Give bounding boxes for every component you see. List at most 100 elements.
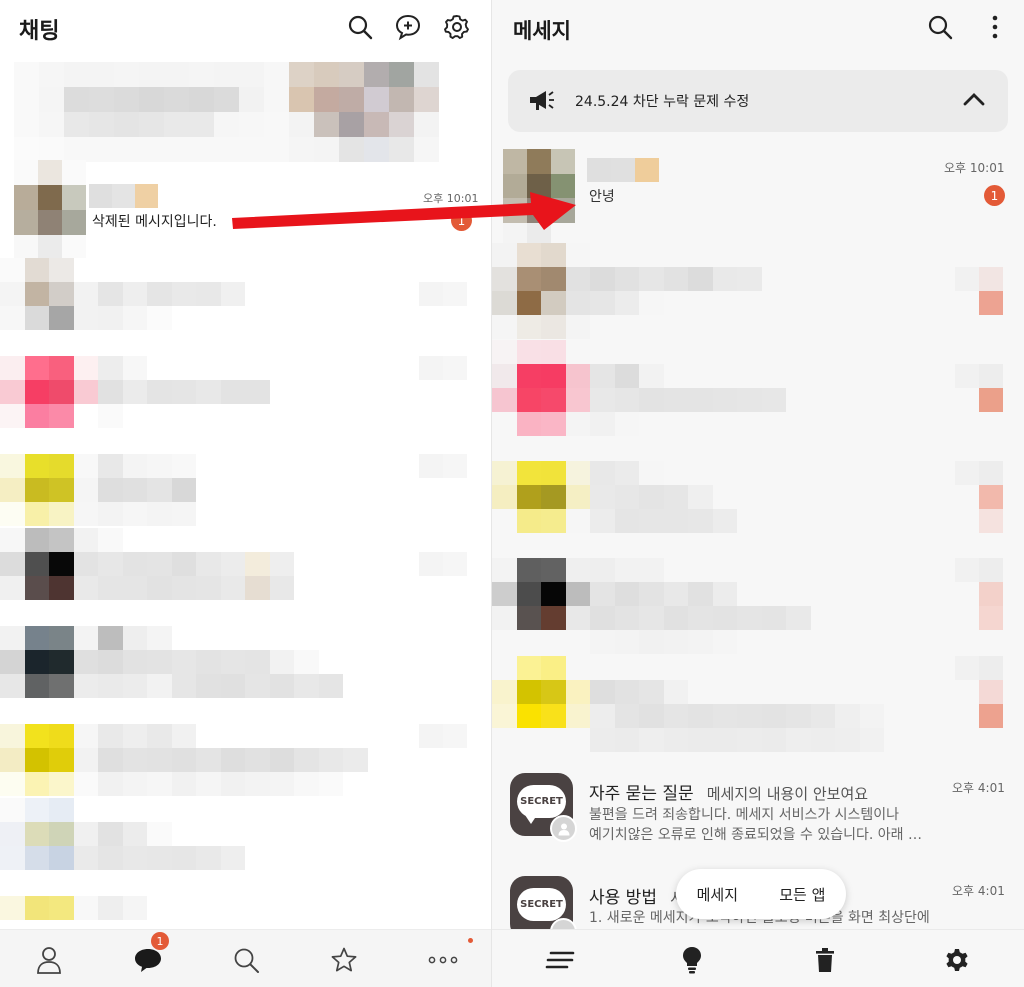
blurred-name [587,158,659,182]
faq-subtitle: 메세지의 내용이 안보여요 [706,785,869,803]
blurred-content [492,243,762,339]
friends-icon [37,947,61,974]
message-list-screen: 메세지 24.5.24 차단 누락 문제 수정 안녕 오후 10:01 1 SE… [492,0,1024,987]
timestamp: 오후 4:01 [952,781,1005,795]
blurred-time-badge [955,558,1003,630]
faq-title: 사용 방법 [589,888,657,908]
blurred-name [89,184,158,208]
list-item[interactable] [0,356,491,430]
new-chat-icon[interactable] [392,11,424,43]
message-preview: 안녕 [589,189,615,205]
message-preview: 삭제된 메시지입니다. [92,214,217,230]
unread-badge: 1 [451,210,472,231]
secret-label: SECRET [517,888,566,921]
search-icon[interactable] [344,11,376,43]
blurred-content [0,454,221,526]
tips-button[interactable] [672,940,712,980]
filter-toggle: 메세지 모든 앱 [676,869,846,919]
blurred-content [0,896,147,920]
favorites-tab[interactable] [324,940,364,980]
new-dot [468,938,473,943]
trash-icon [816,948,834,972]
faq-item[interactable]: SECRET 자주 묻는 질문 메세지의 내용이 안보여요 오후 4:01 불편… [492,770,1024,860]
blurred-content [0,626,343,698]
chevron-up-icon[interactable] [962,91,986,111]
search-icon[interactable] [924,11,956,43]
faq-body-line: 예기치않은 오류로 인해 종료되었을 수 있습니다. 아래 … [589,827,922,843]
blurred-time-badge [955,461,1003,533]
blurred-time [419,724,467,748]
notice-banner[interactable]: 24.5.24 차단 누락 문제 수정 [508,70,1008,132]
blurred-content [0,258,245,330]
list-icon [545,951,575,969]
blurred-time-badge [955,656,1003,728]
bottom-toolbar [492,929,1024,987]
list-item[interactable] [0,258,491,332]
blurred-content [492,437,737,533]
star-icon [331,947,357,972]
unread-badge: 1 [984,185,1005,206]
screenshot-composite: 채팅 삭제된 메시지입니다. 오후 10:01 1 1 메세지 24.5.24 … [0,0,1024,987]
chat-row-deleted-message[interactable]: 삭제된 메시지입니다. 오후 10:01 1 [0,160,491,260]
avatar-icon [550,815,577,842]
list-item[interactable] [492,340,1024,437]
overflow-menu-icon[interactable] [979,11,1011,43]
blurred-time-badge [955,364,1003,412]
list-item[interactable] [492,243,1024,340]
list-item[interactable] [0,626,491,700]
list-item[interactable] [492,656,1024,753]
filter-messages-button[interactable]: 메세지 [697,884,738,905]
blurred-content [492,558,811,654]
filter-all-apps-button[interactable]: 모든 앱 [779,884,825,905]
chat-tab[interactable]: 1 [128,932,169,980]
blurred-time [419,454,467,478]
list-item[interactable] [492,437,1024,534]
list-item[interactable] [492,558,1024,655]
list-button[interactable] [540,940,580,980]
timestamp: 오후 10:01 [944,161,1005,175]
search-tab[interactable] [226,940,266,980]
avatar [14,160,86,260]
megaphone-icon [528,89,556,117]
more-tab[interactable] [423,938,473,980]
faq-body-line: 불편을 드려 죄송합니다. 메세지 서비스가 시스템이나 [589,807,900,823]
more-icon [428,956,458,964]
timestamp: 오후 10:01 [423,192,479,205]
blurred-content [0,798,245,870]
bottom-tab-bar: 1 [0,929,491,987]
chat-icon [135,949,161,972]
avatar [503,149,575,247]
secret-app-icon: SECRET [510,876,577,933]
list-item[interactable] [0,798,491,872]
blurred-time [419,552,467,576]
page-title: 채팅 [19,19,60,44]
friends-tab[interactable] [29,940,69,980]
list-item[interactable] [14,62,476,162]
timestamp: 오후 4:01 [952,884,1005,898]
blurred-time [419,356,467,380]
chat-tab-badge: 1 [151,932,169,950]
list-item[interactable] [0,528,491,602]
blurred-content [492,656,884,752]
list-item[interactable] [0,454,491,528]
secret-label: SECRET [517,785,566,818]
bubble-tail [525,815,537,824]
settings-button[interactable] [937,940,977,980]
list-item[interactable] [0,724,491,798]
page-title: 메세지 [513,19,571,43]
delete-button[interactable] [805,940,845,980]
search-icon [234,948,259,973]
blurred-content [0,528,294,600]
faq-title: 자주 묻는 질문 [589,784,694,804]
bulb-icon [683,947,701,974]
secret-app-icon: SECRET [510,773,577,842]
blurred-content [0,356,270,428]
blurred-time-badge [955,267,1003,315]
settings-icon [946,949,968,971]
notice-text: 24.5.24 차단 누락 문제 수정 [575,94,750,110]
blurred-content [492,340,786,436]
settings-icon[interactable] [441,11,473,43]
message-row-hello[interactable]: 안녕 오후 10:01 1 [492,148,1024,248]
blurred-content [14,62,439,162]
blurred-time [419,282,467,306]
